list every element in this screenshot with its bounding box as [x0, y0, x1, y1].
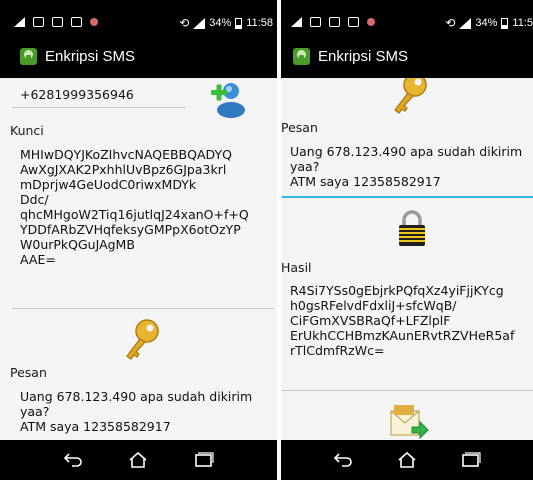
clock: 11:58	[246, 17, 273, 29]
message-field[interactable]: Uang 678.123.490 apa sudah dikirim yaa? …	[20, 389, 252, 434]
battery-percent: 34%	[209, 17, 232, 29]
android-app-icon	[20, 47, 37, 65]
key-field-underline	[12, 308, 274, 309]
system-status: ⟲ 34% 11:58	[179, 16, 273, 30]
key-icon[interactable]	[121, 318, 161, 362]
form-content[interactable]: +6281999356946 Kunci MHIwDQYJKoZIhvcNAQE…	[0, 78, 277, 440]
form-content[interactable]: Pesan Uang 678.123.490 apa sudah dikirim…	[281, 78, 533, 440]
chat-notification-icon	[71, 17, 82, 27]
navigation-bar	[0, 440, 277, 480]
back-icon[interactable]	[62, 450, 84, 470]
chat-notification-icon	[348, 17, 359, 27]
action-bar: Enkripsi SMS	[0, 34, 277, 78]
clock: 11:5	[512, 17, 533, 29]
signal-icon	[193, 17, 206, 29]
battery-percent: 34%	[475, 17, 498, 29]
notification-icons	[291, 17, 375, 27]
home-icon[interactable]	[127, 450, 149, 470]
hasil-label: Hasil	[281, 260, 312, 275]
navigation-bar	[281, 440, 533, 480]
system-status: ⟲ 34% 11:5	[445, 16, 533, 30]
phone-number-field[interactable]: +6281999356946	[20, 87, 134, 102]
battery-icon	[501, 17, 509, 29]
app-notification-icon	[367, 18, 375, 26]
back-icon[interactable]	[332, 450, 354, 470]
pesan-label: Pesan	[281, 120, 318, 135]
message-field[interactable]: Uang 678.123.490 apa sudah dikirim yaa? …	[290, 144, 522, 189]
app-title: Enkripsi SMS	[318, 47, 409, 65]
recent-apps-icon[interactable]	[460, 450, 482, 470]
status-bar: ⟲ 34% 11:5	[281, 0, 533, 34]
signal-alert-icon	[14, 17, 25, 27]
phone-screen-right: ⟲ 34% 11:5 Enkripsi SMS Pesan Uang 678.1…	[281, 0, 533, 480]
padlock-icon[interactable]	[396, 209, 428, 249]
android-app-icon	[293, 47, 310, 65]
result-field[interactable]: R4Si7YSs0gEbjrkPQfqXz4yiFjjKYcg h0gsRFel…	[290, 283, 514, 358]
key-field[interactable]: MHIwDQYJKoZIhvcNAQEBBQADYQ AwXgJXAK2Pxhh…	[20, 147, 249, 267]
status-bar: ⟲ 34% 11:58	[0, 0, 277, 34]
home-icon[interactable]	[396, 450, 418, 470]
result-field-underline	[282, 390, 533, 391]
phone-screen-left: ⟲ 34% 11:58 Enkripsi SMS +6281999356946 …	[0, 0, 277, 480]
sync-icon: ⟲	[179, 16, 190, 30]
phone-field-underline	[12, 107, 186, 108]
add-contact-icon[interactable]	[210, 80, 250, 118]
signal-icon	[459, 17, 472, 29]
message-field-underline-focused	[282, 196, 533, 198]
app-notification-icon	[90, 18, 98, 26]
message-notification-icon	[329, 17, 340, 27]
kunci-label: Kunci	[10, 123, 44, 138]
image-notification-icon	[33, 17, 44, 27]
app-title: Enkripsi SMS	[45, 47, 136, 65]
message-notification-icon	[52, 17, 63, 27]
action-bar: Enkripsi SMS	[281, 34, 533, 78]
signal-alert-icon	[291, 17, 302, 27]
sync-icon: ⟲	[445, 16, 456, 30]
recent-apps-icon[interactable]	[193, 450, 215, 470]
notification-icons	[14, 17, 98, 27]
key-icon[interactable]	[389, 78, 429, 116]
battery-icon	[235, 17, 243, 29]
pesan-label: Pesan	[10, 365, 47, 380]
image-notification-icon	[310, 17, 321, 27]
send-message-icon[interactable]	[388, 403, 430, 440]
